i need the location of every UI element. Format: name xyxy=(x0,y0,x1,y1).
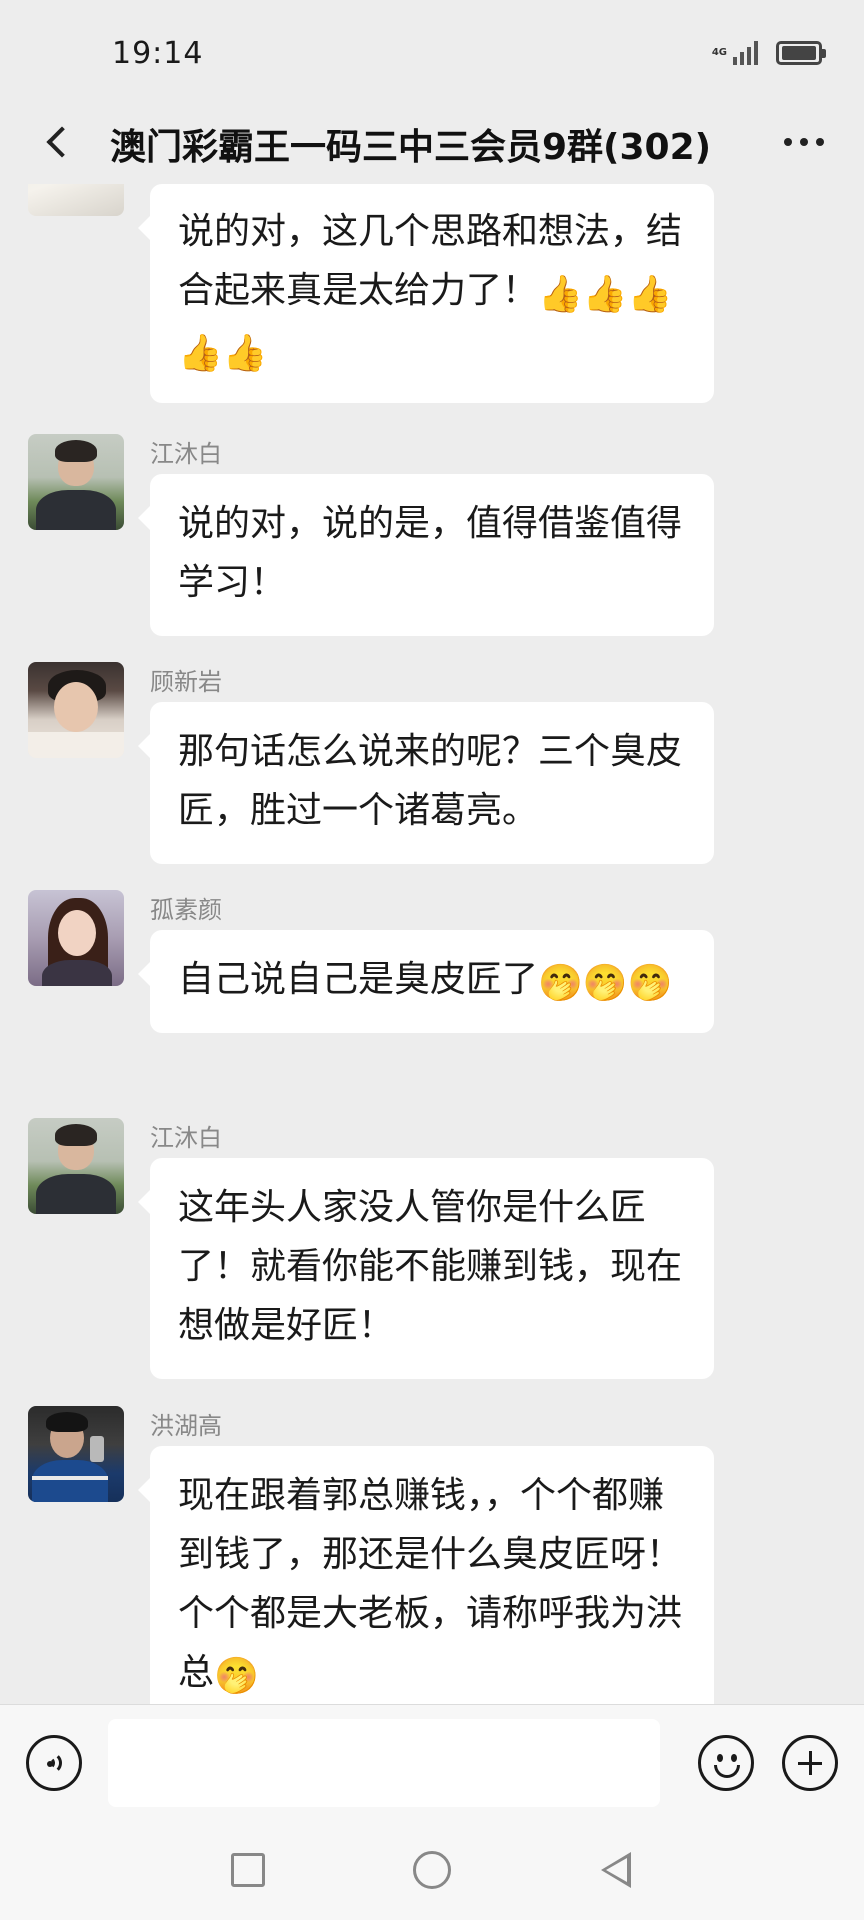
status-time: 19:14 xyxy=(112,36,204,71)
avatar[interactable] xyxy=(28,1118,124,1214)
sender-name: 洪湖高 xyxy=(150,1412,222,1440)
more-dot xyxy=(816,138,824,146)
sender-name: 江沐白 xyxy=(150,440,222,468)
emoji-list: 🤭🤭🤭 xyxy=(538,959,673,1004)
message-list[interactable]: 说的对，这几个思路和想法，结合起来真是太给力了！👍👍👍👍👍 江沐白 说的对，说的… xyxy=(0,184,864,1704)
home-icon xyxy=(413,1851,451,1889)
battery-icon xyxy=(776,41,826,65)
status-icons: 4G xyxy=(711,38,826,68)
emoji-glyph: 👍 xyxy=(538,274,583,315)
message-bubble[interactable]: 那句话怎么说来的呢？三个臭皮匠，胜过一个诸葛亮。 xyxy=(138,702,714,864)
message-bubble[interactable]: 自己说自己是臭皮匠了🤭🤭🤭 xyxy=(138,930,714,1033)
emoji-icon xyxy=(717,1754,723,1762)
recent-apps-button[interactable] xyxy=(218,1840,278,1900)
system-nav-bar xyxy=(0,1820,864,1920)
back-icon xyxy=(601,1852,631,1888)
emoji-glyph: 🤭 xyxy=(538,963,583,1004)
more-options-button[interactable] xyxy=(774,118,834,166)
more-dot xyxy=(800,138,808,146)
message-bubble[interactable]: 现在跟着郭总赚钱，，个个都赚到钱了，那还是什么臭皮匠呀！个个都是大老板，请称呼我… xyxy=(138,1446,714,1704)
message-text: 那句话怎么说来的呢？三个臭皮匠，胜过一个诸葛亮。 xyxy=(178,731,683,831)
emoji-glyph: 🤭 xyxy=(214,1656,259,1697)
emoji-glyph: 🤭 xyxy=(582,963,628,1004)
emoji-glyph: 👍 xyxy=(627,274,673,315)
recent-apps-icon xyxy=(231,1853,265,1887)
emoji-button[interactable] xyxy=(698,1735,754,1791)
sender-name: 江沐白 xyxy=(150,1124,222,1152)
message-text: 这年头人家没人管你是什么匠了！就看你能不能赚到钱，现在想做是好匠！ xyxy=(178,1187,683,1346)
avatar[interactable] xyxy=(28,1406,124,1502)
input-bar xyxy=(0,1704,864,1820)
message-bubble[interactable]: 说的对，这几个思路和想法，结合起来真是太给力了！👍👍👍👍👍 xyxy=(138,184,714,403)
more-dot xyxy=(784,138,792,146)
emoji-list: 🤭 xyxy=(214,1652,259,1697)
avatar[interactable] xyxy=(28,662,124,758)
status-bar: 19:14 4G xyxy=(0,0,864,100)
emoji-glyph: 👍 xyxy=(222,333,268,374)
message-input[interactable] xyxy=(108,1719,660,1807)
emoji-glyph: 🤭 xyxy=(627,963,673,1004)
chat-header: 澳门彩霸王一码三中三会员9群(302) xyxy=(0,100,864,184)
sender-name: 顾新岩 xyxy=(150,668,222,696)
message-text: 自己说自己是臭皮匠了 xyxy=(178,959,539,1000)
network-type-label: 4G xyxy=(711,47,727,58)
message-bubble[interactable]: 说的对，说的是，值得借鉴值得学习！ xyxy=(138,474,714,636)
voice-button[interactable] xyxy=(26,1735,82,1791)
message-text: 说的对，说的是，值得借鉴值得学习！ xyxy=(178,503,683,603)
avatar[interactable] xyxy=(28,184,124,216)
home-button[interactable] xyxy=(402,1840,462,1900)
sender-name: 孤素颜 xyxy=(150,896,222,924)
more-functions-button[interactable] xyxy=(782,1735,838,1791)
chevron-left-icon xyxy=(46,126,78,158)
back-button[interactable] xyxy=(28,112,88,172)
avatar[interactable] xyxy=(28,890,124,986)
signal-icon xyxy=(733,41,758,65)
emoji-glyph: 👍 xyxy=(178,333,223,374)
emoji-glyph: 👍 xyxy=(582,274,628,315)
message-bubble[interactable]: 这年头人家没人管你是什么匠了！就看你能不能赚到钱，现在想做是好匠！ xyxy=(138,1158,714,1379)
system-back-button[interactable] xyxy=(586,1840,646,1900)
avatar[interactable] xyxy=(28,434,124,530)
chat-title: 澳门彩霸王一码三中三会员9群(302) xyxy=(110,127,712,168)
